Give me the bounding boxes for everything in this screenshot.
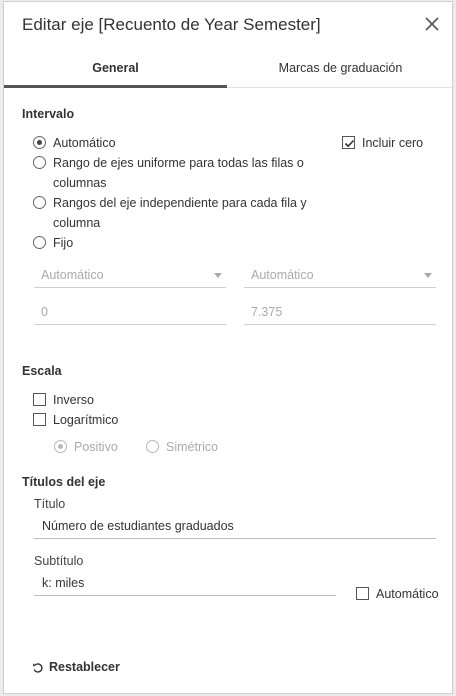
logarithmic-checkbox[interactable] — [33, 413, 46, 426]
radio-fixed-label: Fijo — [53, 236, 74, 250]
reversed-checkbox[interactable] — [33, 393, 46, 406]
undo-icon — [33, 663, 43, 673]
axis-titles-heading: Títulos del eje — [22, 475, 106, 489]
subtitle-auto-label: Automático — [376, 587, 439, 601]
tab-general[interactable]: General — [4, 50, 227, 88]
tab-tick-marks[interactable]: Marcas de graduación — [227, 50, 454, 88]
radio-positive[interactable] — [54, 440, 67, 453]
radio-fixed[interactable] — [33, 236, 46, 249]
subtitle-auto-checkbox[interactable] — [356, 587, 369, 600]
reset-button[interactable]: Restablecer — [32, 660, 120, 674]
range-end-input[interactable]: 7.375 — [244, 301, 436, 325]
title-label: Título — [34, 497, 66, 511]
subtitle-label: Subtítulo — [34, 554, 84, 568]
range-end-value: 7.375 — [251, 305, 283, 319]
tab-bar: General Marcas de graduación — [4, 50, 454, 88]
radio-automatic-label: Automático — [53, 136, 116, 150]
axis-subtitle-input[interactable]: k: miles — [34, 572, 336, 596]
logarithmic-label: Logarítmico — [53, 413, 119, 427]
chevron-down-icon — [424, 273, 432, 278]
range-start-select-value: Automático — [41, 268, 104, 282]
reversed-label: Inverso — [53, 393, 94, 407]
reset-label: Restablecer — [49, 660, 120, 674]
close-icon[interactable] — [424, 16, 440, 32]
range-heading: Intervalo — [22, 107, 75, 121]
chevron-down-icon — [214, 273, 222, 278]
scale-heading: Escala — [22, 364, 62, 378]
edit-axis-dialog: Editar eje [Recuento de Year Semester] G… — [3, 1, 454, 694]
range-end-select[interactable]: Automático — [244, 264, 436, 288]
radio-independent-range-label-2: columna — [53, 216, 101, 230]
radio-uniform-range-label-2: columnas — [53, 176, 107, 190]
axis-title-value: Número de estudiantes graduados — [42, 519, 234, 533]
radio-automatic[interactable] — [33, 136, 46, 149]
range-start-select[interactable]: Automático — [34, 264, 226, 288]
include-zero-label: Incluir cero — [362, 136, 424, 150]
include-zero-checkbox[interactable] — [342, 136, 355, 149]
axis-title-input[interactable]: Número de estudiantes graduados — [34, 515, 436, 539]
radio-independent-range[interactable] — [33, 196, 46, 209]
range-start-input[interactable]: 0 — [34, 301, 226, 325]
radio-independent-range-label: Rangos del eje independiente para cada f… — [53, 196, 307, 210]
radio-uniform-range[interactable] — [33, 156, 46, 169]
dialog-title: Editar eje [Recuento de Year Semester] — [22, 15, 321, 34]
axis-subtitle-value: k: miles — [42, 576, 85, 590]
radio-uniform-range-label: Rango de ejes uniforme para todas las fi… — [53, 156, 304, 170]
radio-symmetric-label: Simétrico — [166, 440, 219, 454]
radio-symmetric[interactable] — [146, 440, 159, 453]
range-start-value: 0 — [41, 305, 48, 319]
radio-positive-label: Positivo — [74, 440, 118, 454]
range-end-select-value: Automático — [251, 268, 314, 282]
